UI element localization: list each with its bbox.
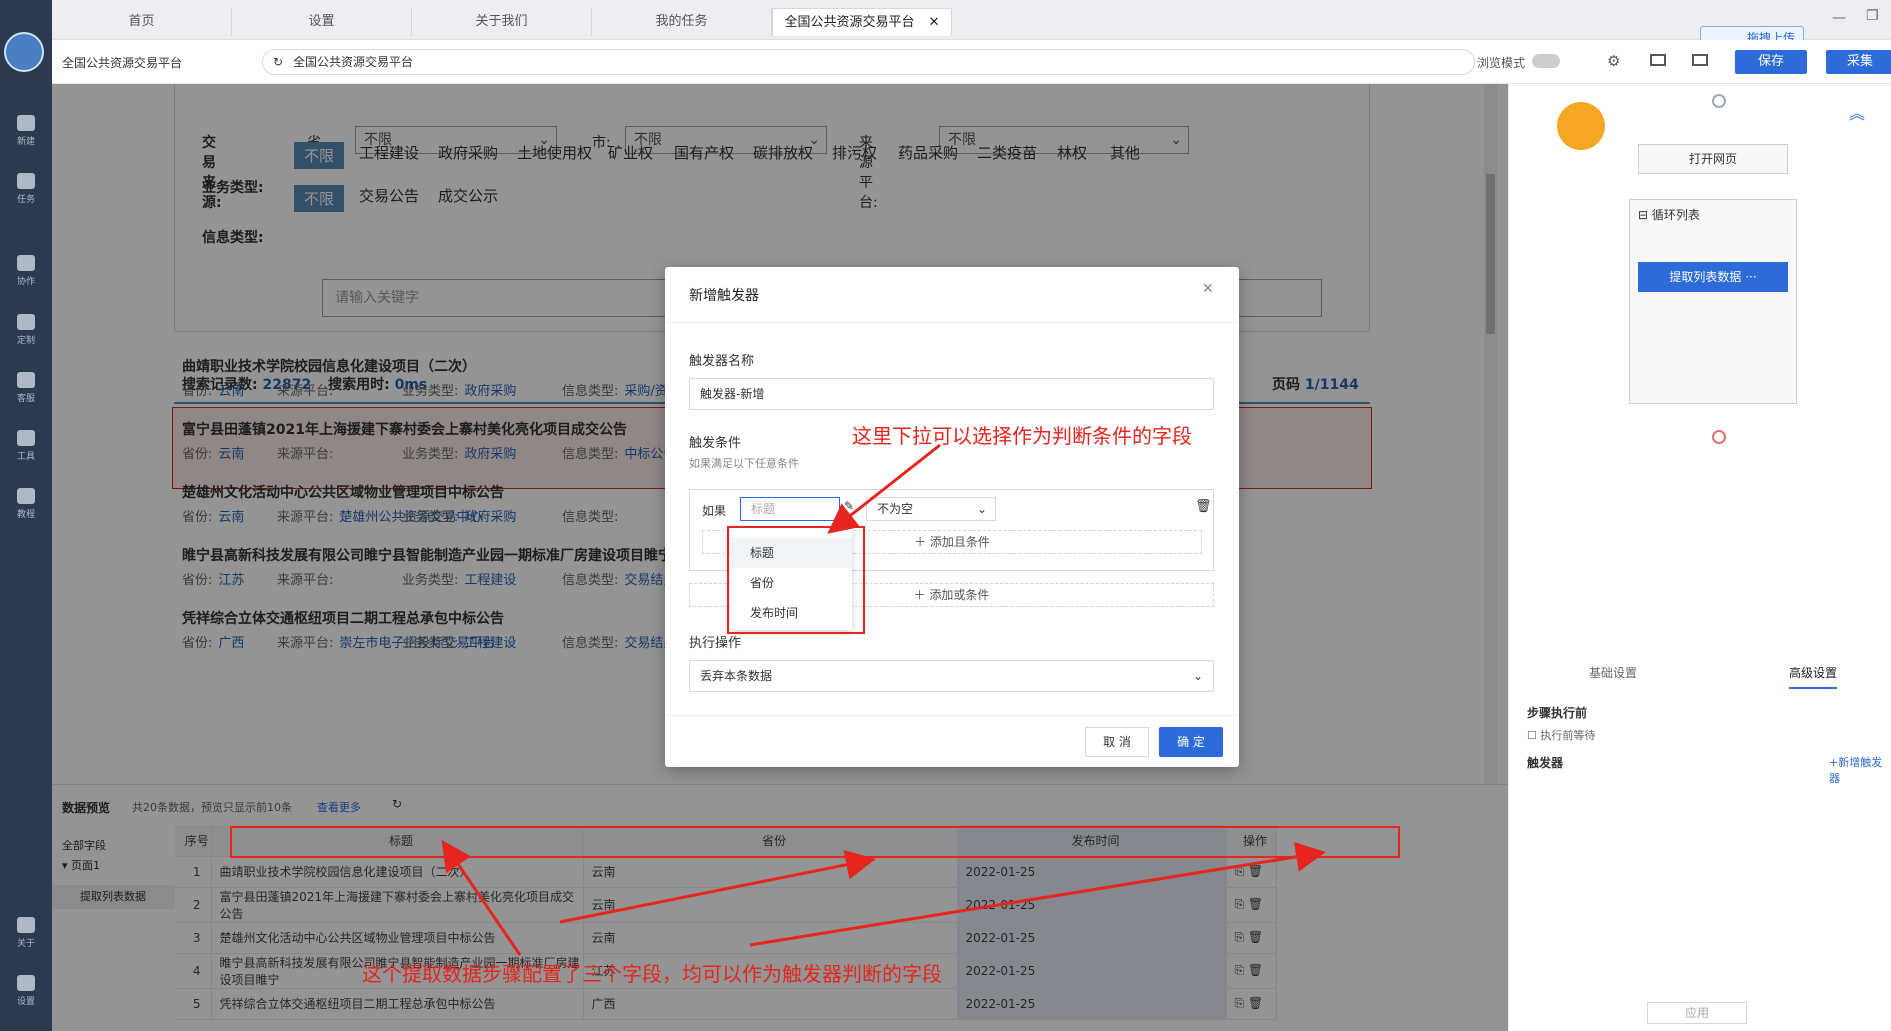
collab-icon	[17, 255, 35, 271]
restore-icon[interactable]: ❐	[1866, 8, 1879, 24]
task-icon	[17, 173, 35, 189]
trigger-label: 触发器	[1527, 756, 1564, 770]
tab-advanced-settings[interactable]: 高级设置	[1789, 664, 1838, 689]
annotation-dropdown-box	[727, 526, 865, 634]
tab-label: 全国公共资源交易平台	[784, 15, 915, 30]
add-trigger-dialog: 新增触发器 ✕ 触发器名称 触发器-新增 触发条件 如果满足以下任意条件 如果 …	[665, 267, 1239, 767]
sidebar-item-tutorial[interactable]: 教程	[0, 488, 52, 520]
tab-my-tasks[interactable]: 我的任务	[592, 8, 772, 36]
sidebar-item-custom[interactable]: 定制	[0, 314, 52, 346]
end-node-icon	[1712, 430, 1726, 444]
sidebar-item-service[interactable]: 客服	[0, 372, 52, 404]
operator-select[interactable]: 不为空 ⌄	[866, 497, 996, 521]
loop-container[interactable]: ⊟ 循环列表 提取列表数据 ···	[1629, 199, 1797, 404]
condition-hint: 如果满足以下任意条件	[689, 457, 799, 470]
card-icon[interactable]	[1650, 54, 1666, 66]
annotation-top-text: 这里下拉可以选择作为判断条件的字段	[852, 424, 1192, 448]
tab-home[interactable]: 首页	[52, 8, 232, 36]
refresh-icon[interactable]: ↻	[273, 50, 283, 74]
heart-icon	[17, 314, 35, 330]
properties-panel: 基础设置 高级设置 步骤执行前 ☐ 执行前等待 触发器 +新增触发器 应用	[1508, 654, 1891, 1031]
add-and-label: 添加且条件	[929, 535, 990, 549]
extract-text: 提取列表数据	[1669, 270, 1742, 284]
divider	[665, 322, 1239, 323]
trigger-name-value: 触发器-新增	[700, 387, 765, 401]
info-icon	[17, 917, 35, 933]
app-logo	[4, 32, 44, 72]
if-label: 如果	[702, 504, 727, 518]
address-bar: 全国公共资源交易平台 ↻ 全国公共资源交易平台 浏览模式 ⚙ 保存 采集	[52, 40, 1891, 84]
exec-action-label: 执行操作	[689, 636, 742, 651]
flow-panel: ︽ 打开网页 ⊟ 循环列表 提取列表数据 ···	[1508, 84, 1891, 654]
edit-icon[interactable]: ✎	[844, 499, 854, 513]
close-icon[interactable]: ✕	[929, 15, 940, 30]
before-step-label: 步骤执行前	[1527, 706, 1588, 720]
tab-settings[interactable]: 设置	[232, 8, 412, 36]
loop-label: ⊟ 循环列表	[1638, 206, 1700, 223]
cancel-button[interactable]: 取 消	[1085, 727, 1149, 757]
url-text: 全国公共资源交易平台	[293, 55, 414, 69]
minus-icon[interactable]: ⊟	[1638, 208, 1648, 222]
sidebar-item-task[interactable]: 任务	[0, 173, 52, 205]
settings-icon[interactable]: ⚙	[1607, 52, 1620, 70]
add-or-label: 添加或条件	[929, 588, 990, 602]
field-select[interactable]: 标题	[740, 497, 840, 521]
confirm-button[interactable]: 确 定	[1159, 727, 1223, 757]
browse-mode-toggle[interactable]	[1532, 54, 1560, 68]
loop-text: 循环列表	[1651, 208, 1700, 222]
condition-label: 触发条件	[689, 436, 742, 451]
flow-node-open-page[interactable]: 打开网页	[1638, 144, 1788, 174]
annotation-bottom-text: 这个提取数据步骤配置了三个字段，均可以作为触发器判断的字段	[362, 962, 942, 986]
toolbox-icon	[17, 430, 35, 446]
dialog-title: 新增触发器	[689, 288, 759, 304]
sidebar-item-new[interactable]: 新建	[0, 115, 52, 147]
operator-value: 不为空	[877, 502, 914, 516]
trash-icon[interactable]: 🗑	[1195, 499, 1212, 514]
gear-icon	[17, 975, 35, 991]
exec-action-value: 丢弃本条数据	[700, 669, 773, 683]
trigger-name-label: 触发器名称	[689, 354, 755, 369]
minimize-icon[interactable]: —	[1832, 10, 1846, 26]
graduation-icon	[17, 488, 35, 504]
collapse-icon[interactable]: ︽	[1849, 100, 1865, 124]
chevron-down-icon: ⌄	[976, 502, 987, 516]
window-icon[interactable]	[1692, 54, 1708, 66]
trigger-name-input[interactable]: 触发器-新增	[689, 378, 1214, 410]
site-label: 全国公共资源交易平台	[62, 56, 183, 70]
divider	[665, 715, 1239, 716]
tab-bar: 首页 设置 关于我们 我的任务 全国公共资源交易平台 ✕ 拖拽上传 — ❐	[52, 0, 1891, 50]
left-sidebar: 新建 任务 协作 定制 客服 工具 教程 关于 设置	[0, 0, 52, 1031]
sidebar-item-collab[interactable]: 协作	[0, 255, 52, 287]
wait-label: 执行前等待	[1540, 729, 1596, 742]
url-input[interactable]: ↻ 全国公共资源交易平台	[262, 49, 1475, 75]
close-icon[interactable]: ✕	[1202, 281, 1214, 297]
flow-node-extract[interactable]: 提取列表数据 ···	[1638, 262, 1788, 292]
new-icon	[17, 115, 35, 131]
sidebar-item-about[interactable]: 关于	[0, 917, 52, 949]
annotation-columns-box	[230, 826, 1400, 858]
save-button[interactable]: 保存	[1735, 50, 1807, 74]
sidebar-item-settings[interactable]: 设置	[0, 975, 52, 1007]
lightbulb-icon[interactable]	[1557, 102, 1605, 150]
exec-action-select[interactable]: 丢弃本条数据 ⌄	[689, 660, 1214, 692]
apply-button[interactable]: 应用	[1647, 1002, 1747, 1024]
collect-button[interactable]: 采集	[1826, 50, 1891, 74]
add-trigger-link[interactable]: +新增触发器	[1829, 754, 1891, 786]
sidebar-item-tools[interactable]: 工具	[0, 430, 52, 462]
tab-basic-settings[interactable]: 基础设置	[1589, 664, 1637, 681]
chevron-down-icon: ⌄	[1192, 669, 1203, 683]
start-node-icon	[1712, 94, 1726, 108]
field-placeholder: 标题	[751, 502, 776, 516]
browse-mode-label: 浏览模式	[1477, 56, 1526, 70]
tab-about[interactable]: 关于我们	[412, 8, 592, 36]
wait-checkbox[interactable]: ☐ 执行前等待	[1527, 727, 1595, 743]
headset-icon	[17, 372, 35, 388]
tab-public-resource[interactable]: 全国公共资源交易平台 ✕	[772, 8, 952, 36]
